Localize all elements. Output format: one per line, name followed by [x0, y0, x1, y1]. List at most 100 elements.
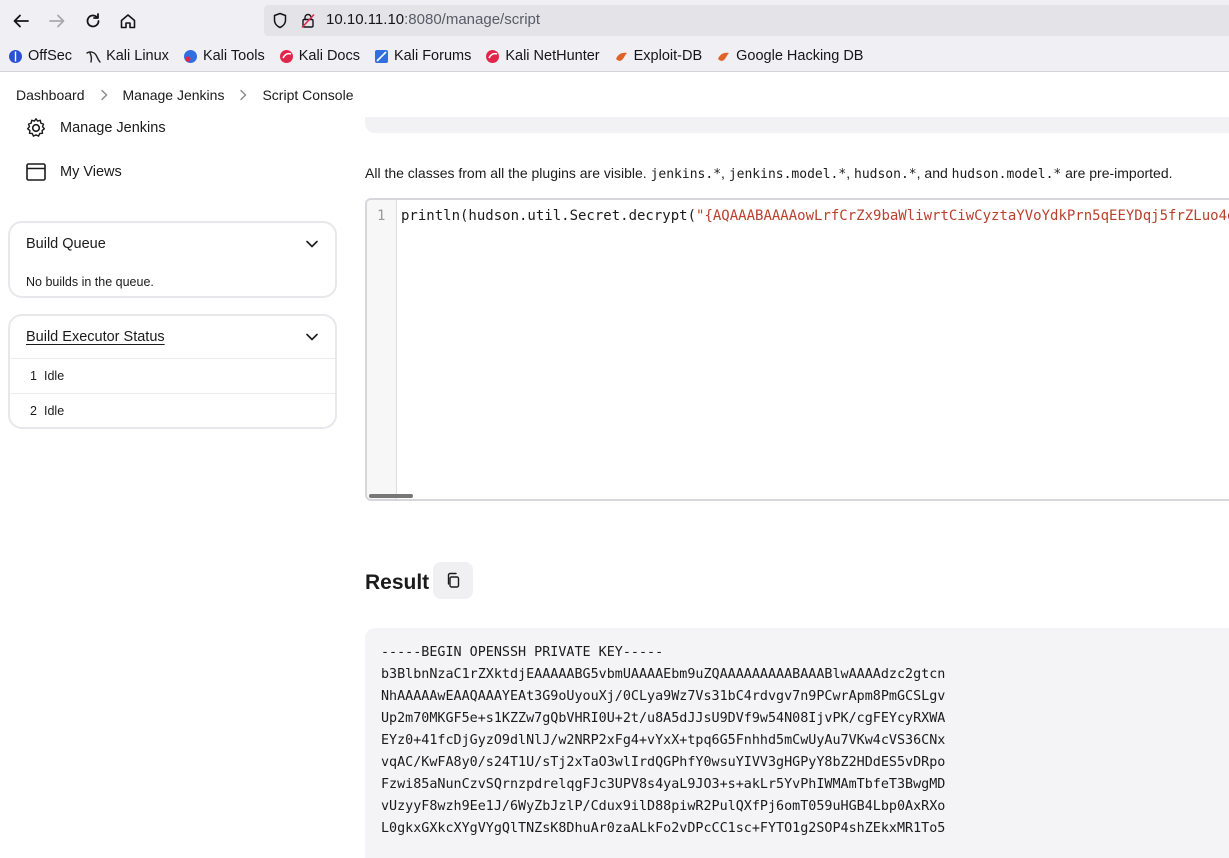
bookmark-kali-forums[interactable]: Kali Forums [374, 48, 471, 64]
result-output: -----BEGIN OPENSSH PRIVATE KEY----- b3Blb… [365, 628, 1229, 858]
forward-button[interactable] [42, 6, 72, 36]
kali-forums-icon [374, 49, 389, 64]
breadcrumb-script-console[interactable]: Script Console [262, 87, 353, 103]
gear-icon [24, 116, 48, 140]
result-line: vqAC/KwFA8y0/s24T1U/sTj2xTaO3wlIrdQGPhfY… [381, 755, 946, 770]
bookmarks-toolbar: OffSec Kali Linux Kali Tools Kali Docs K… [0, 44, 1229, 68]
navigation-bar: 10.10.11.10:8080/manage/script [0, 0, 1229, 40]
sidebar-item-manage-jenkins[interactable]: Manage Jenkins [24, 116, 166, 140]
result-heading: Result [365, 571, 430, 594]
shield-icon[interactable] [272, 12, 288, 34]
bookmark-label: Kali Docs [298, 48, 360, 64]
executor-status: Idle [44, 404, 65, 418]
build-queue-title: Build Queue [26, 236, 106, 252]
code-call: println(hudson.util.Secret.decrypt( [401, 208, 697, 224]
line-number: 1 [377, 208, 386, 224]
result-line: L0gkxGXkcXYgVYgQlTNZsK8DhuAr0zaALkFo2vDP… [381, 821, 946, 836]
notice-text: , [846, 165, 854, 181]
url-path: :8080/manage/script [404, 11, 541, 28]
breadcrumb: Dashboard Manage Jenkins Script Console [0, 73, 1229, 117]
build-executor-header: Build Executor Status [10, 316, 335, 358]
breadcrumb-manage-jenkins[interactable]: Manage Jenkins [123, 87, 225, 103]
build-queue-header[interactable]: Build Queue [10, 223, 335, 265]
exploit-db-icon [614, 49, 629, 64]
line-number-gutter [367, 200, 397, 499]
copy-button[interactable] [433, 562, 473, 599]
build-queue-panel: Build Queue No builds in the queue. [8, 221, 337, 298]
result-line: b3BlbnNzaC1rZXktdjEAAAAABG5vbmUAAAAEbm9u… [381, 667, 946, 682]
result-line: vUzyyF8wzh9Ee1J/6WyZbJzlP/Cdux9ilD88piwR… [381, 799, 946, 814]
sidebar-item-label: Manage Jenkins [60, 120, 166, 136]
sidebar-item-label: My Views [60, 164, 122, 180]
bookmark-google-hacking-db[interactable]: Google Hacking DB [716, 48, 863, 64]
kali-dragon-icon [86, 49, 101, 64]
build-executor-panel: Build Executor Status 1 Idle 2 Idle [8, 314, 337, 429]
notice-text: , and [916, 165, 952, 181]
bookmark-label: Kali Linux [106, 48, 169, 64]
url-host: 10.10.11.10 [326, 11, 405, 28]
build-queue-empty-text: No builds in the queue. [26, 275, 154, 289]
bookmark-kali-docs[interactable]: Kali Docs [279, 48, 360, 64]
chevron-down-icon[interactable] [305, 239, 319, 249]
notice-code: jenkins.* [650, 167, 722, 182]
bookmark-label: Exploit-DB [633, 48, 703, 64]
bookmark-label: Google Hacking DB [736, 48, 864, 64]
script-editor[interactable]: 1 println(hudson.util.Secret.decrypt("{A… [365, 198, 1229, 501]
result-text: -----BEGIN OPENSSH PRIVATE KEY----- b3Blb… [381, 642, 945, 840]
bookmark-label: OffSec [28, 48, 73, 64]
import-notice: All the classes from all the plugins are… [365, 165, 1173, 182]
code-line[interactable]: println(hudson.util.Secret.decrypt("{AQA… [401, 208, 1229, 224]
executor-number: 1 [30, 369, 37, 383]
result-line: EYz0+41fcDjGyzO9dlNlJ/w2NRP2xFg4+vYxX+tp… [381, 733, 946, 748]
sidebar-item-my-views[interactable]: My Views [24, 160, 122, 184]
home-icon [120, 14, 136, 29]
notice-code: hudson.model.* [951, 167, 1062, 182]
result-line: -----BEGIN OPENSSH PRIVATE KEY----- [381, 645, 664, 660]
executor-number: 2 [30, 404, 37, 418]
forward-arrow-icon [49, 14, 65, 28]
bookmark-kali-linux[interactable]: Kali Linux [86, 48, 169, 64]
back-button[interactable] [6, 6, 36, 36]
ghdb-icon [716, 49, 731, 64]
url-text[interactable]: 10.10.11.10:8080/manage/script [326, 11, 540, 28]
bookmark-kali-tools[interactable]: Kali Tools [183, 48, 265, 64]
insecure-lock-icon[interactable] [300, 12, 316, 34]
kali-docs-icon [279, 49, 294, 64]
build-executor-title-link[interactable]: Build Executor Status [26, 329, 165, 345]
notice-code: hudson.* [854, 167, 917, 182]
back-arrow-icon [13, 14, 29, 28]
offsec-icon [8, 49, 23, 64]
notice-text: are pre-imported. [1061, 165, 1173, 181]
copy-icon [447, 572, 460, 588]
kali-tools-icon [183, 49, 198, 64]
bookmark-label: Kali NetHunter [505, 48, 600, 64]
chevron-down-icon[interactable] [305, 332, 319, 342]
url-bar[interactable]: 10.10.11.10:8080/manage/script [264, 5, 1229, 36]
notice-text: , [721, 165, 729, 181]
bookmark-kali-nethunter[interactable]: Kali NetHunter [485, 48, 600, 64]
description-box [365, 117, 1229, 133]
bookmark-label: Kali Tools [202, 48, 265, 64]
executor-row: 2 Idle [10, 393, 335, 428]
code-string-literal: "{AQAAABAAAAowLrfCrZx9baWliwrtCiwCyztaYV… [696, 208, 1229, 224]
bookmark-offsec[interactable]: OffSec [8, 48, 72, 64]
notice-code: jenkins.model.* [728, 167, 847, 182]
notice-text: All the classes from all the plugins are… [365, 165, 651, 181]
home-button[interactable] [113, 6, 143, 36]
reload-icon [86, 13, 100, 28]
chevron-right-icon [238, 89, 248, 101]
result-line: Fzwi85aNunCzvSQrnzpdrelqgFJc3UPV8s4yaL9J… [381, 777, 946, 792]
executor-row: 1 Idle [10, 358, 335, 393]
bookmark-exploit-db[interactable]: Exploit-DB [614, 48, 703, 64]
window-icon [24, 160, 48, 184]
bookmark-label: Kali Forums [393, 48, 472, 64]
kali-nethunter-icon [485, 49, 500, 64]
horizontal-scrollbar[interactable] [369, 494, 413, 498]
result-line: NhAAAAAwEAAQAAAYEAt3G9oUyouXj/0CLya9Wz7V… [381, 689, 946, 704]
executor-status: Idle [44, 369, 65, 383]
result-line: Up2m70MKGF5e+s1KZZw7gQbVHRI0U+2t/u8A5dJJ… [381, 711, 946, 726]
chevron-right-icon [99, 89, 109, 101]
reload-button[interactable] [78, 6, 108, 36]
browser-chrome: 10.10.11.10:8080/manage/script OffSec Ka… [0, 0, 1229, 72]
breadcrumb-dashboard[interactable]: Dashboard [16, 87, 85, 103]
